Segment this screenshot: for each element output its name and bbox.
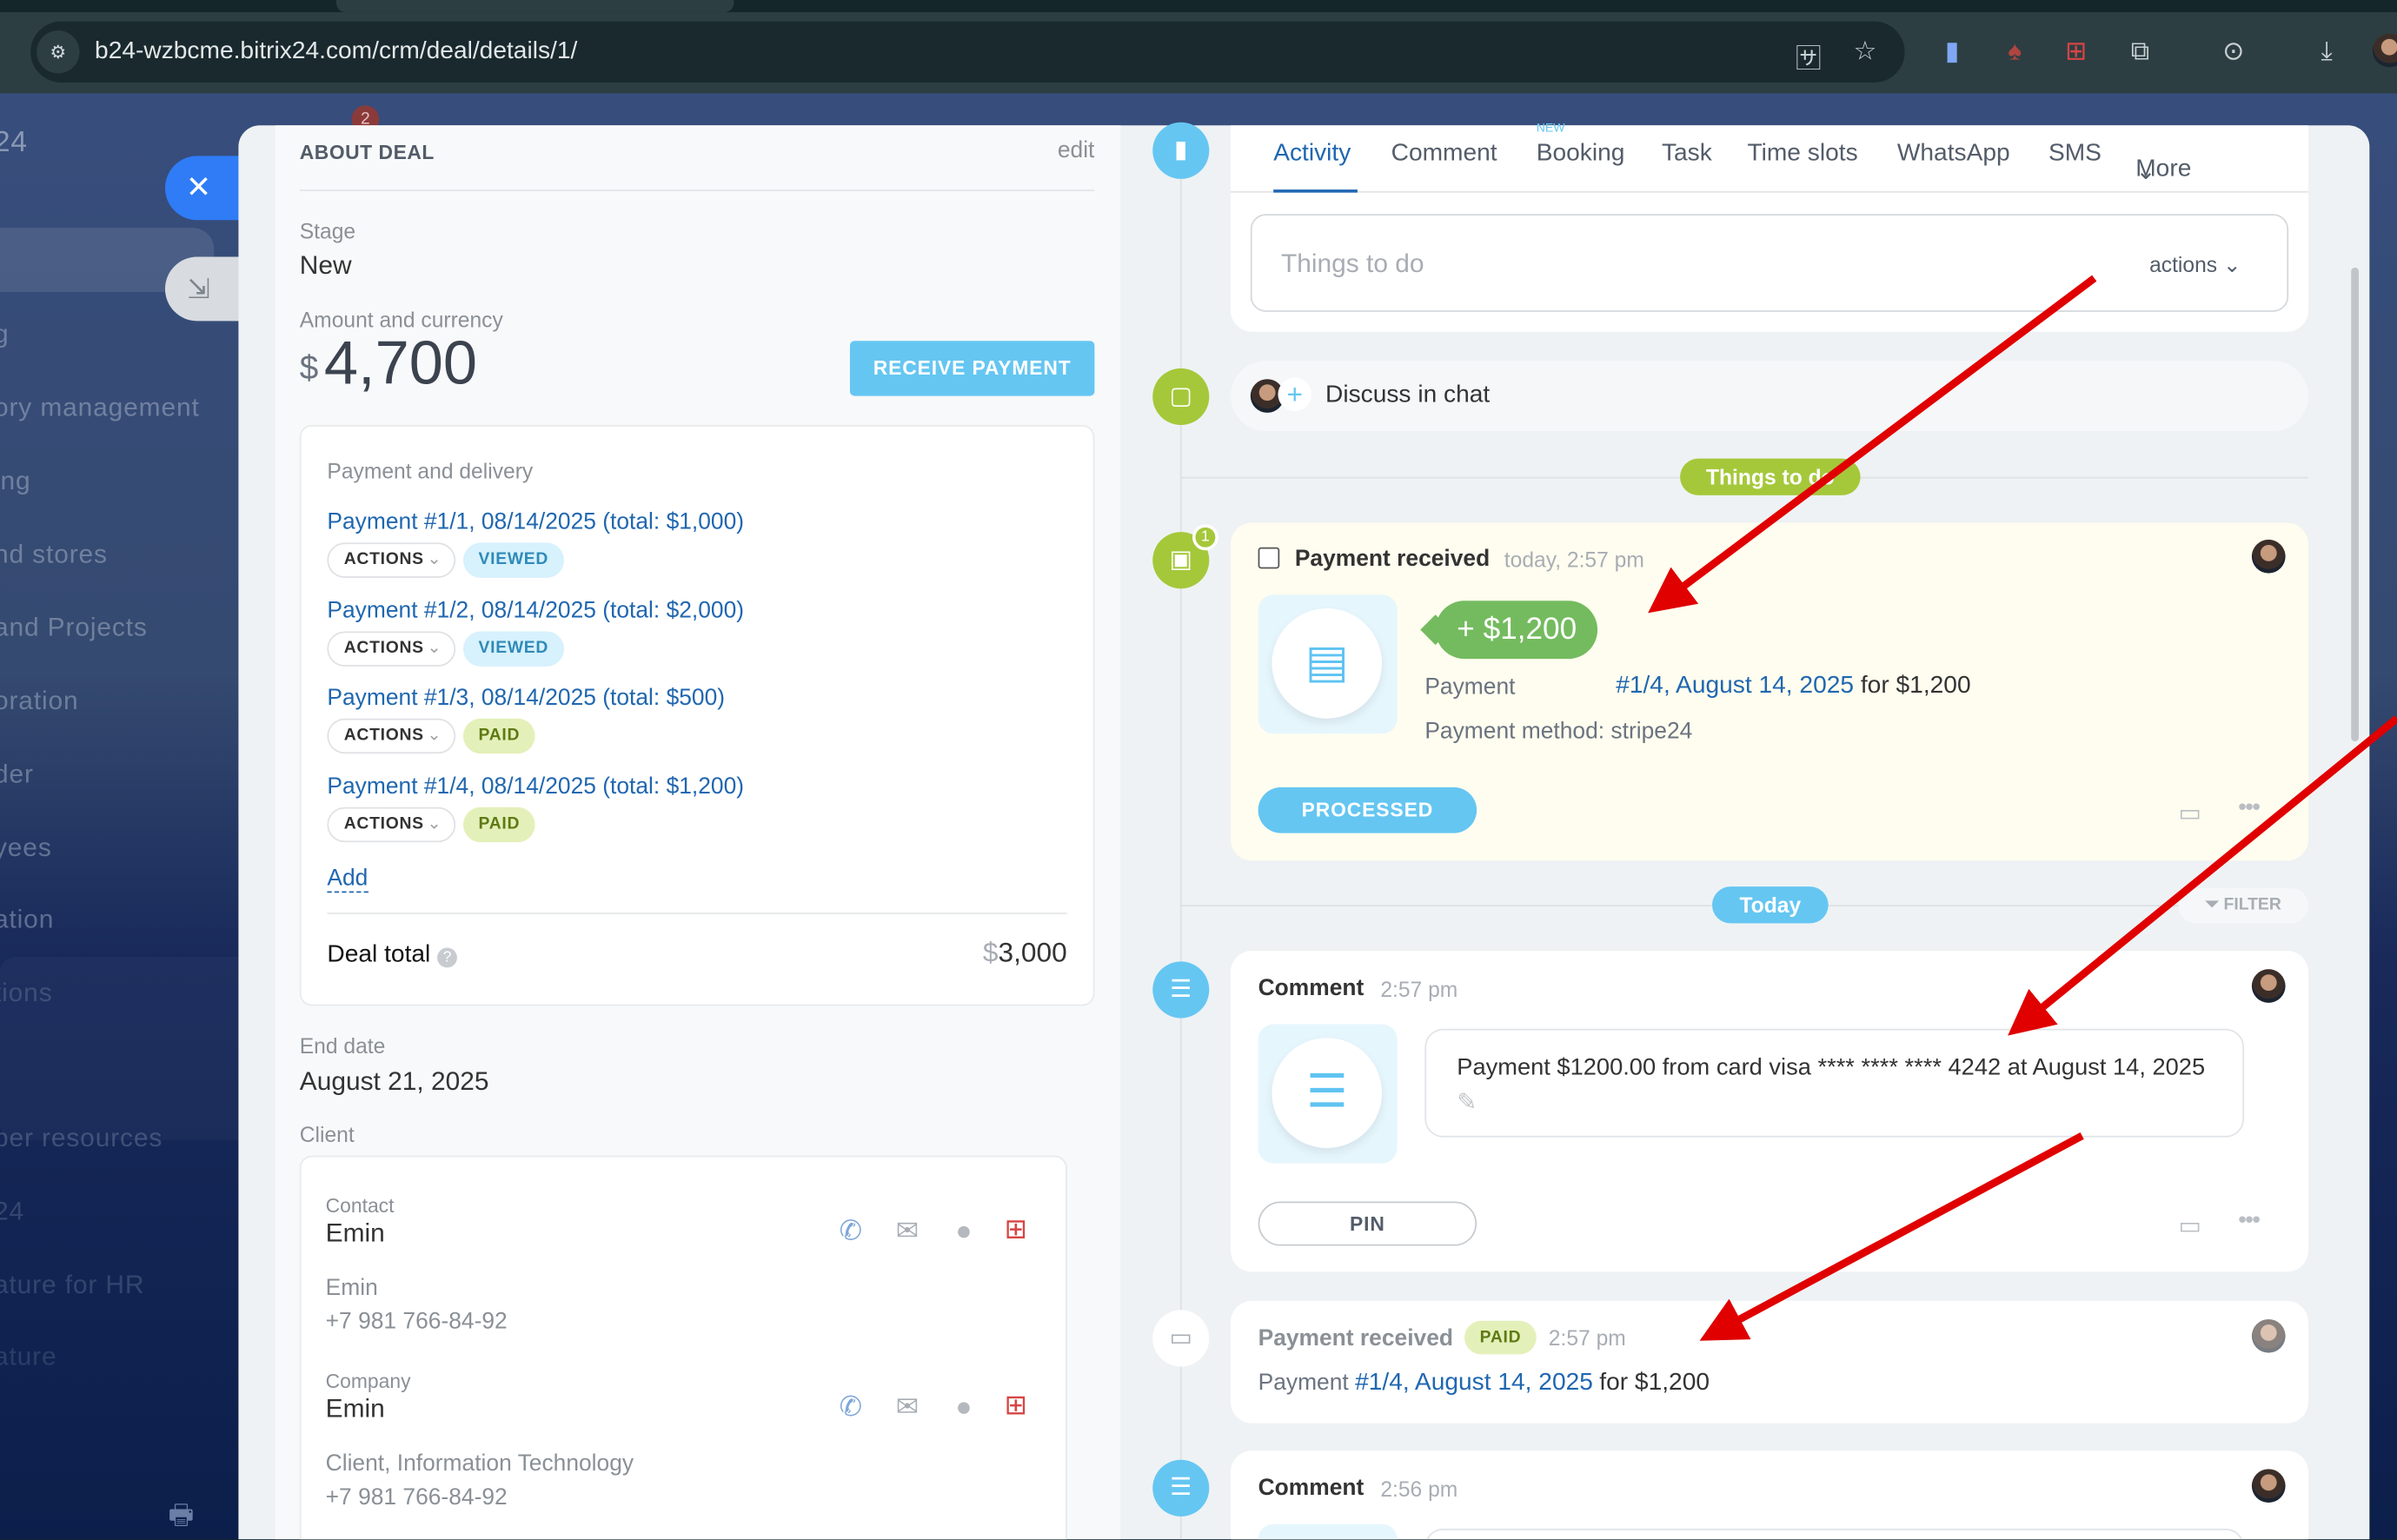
annotation-arrows — [1648, 275, 2397, 1341]
annotation-arrow — [1699, 1132, 2084, 1341]
annotation-arrow — [2008, 715, 2397, 1036]
annotation-arrow — [1648, 275, 2097, 614]
screen: ⚙ b24-wzbcme.bitrix24.com/crm/deal/detai… — [0, 0, 2397, 1540]
